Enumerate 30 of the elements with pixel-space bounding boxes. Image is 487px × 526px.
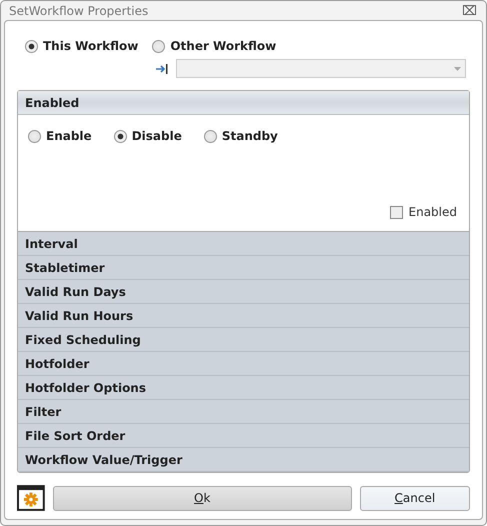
section-header[interactable]: Fixed Scheduling — [18, 328, 469, 352]
close-button[interactable]: ⌧ — [462, 3, 477, 18]
window-title: SetWorkflow Properties — [9, 4, 148, 18]
section-header[interactable]: Hotfolder — [18, 352, 469, 376]
radio-button[interactable] — [204, 130, 217, 142]
section-header[interactable]: Valid Run Hours — [18, 304, 469, 328]
section-header[interactable]: Stabletimer — [18, 256, 469, 280]
section-header[interactable]: Valid Run Days — [18, 280, 469, 304]
section-header[interactable]: Filter — [18, 400, 469, 424]
radio-button[interactable] — [152, 40, 166, 52]
radio-button[interactable] — [114, 130, 127, 142]
ok-button[interactable]: Ok — [52, 486, 352, 510]
section-header[interactable]: Interval — [18, 232, 469, 256]
section-header[interactable]: Enabled — [18, 91, 469, 115]
radio-option[interactable]: This Workflow — [25, 39, 138, 53]
section-header[interactable]: Hotfolder Options — [18, 376, 469, 400]
checkbox[interactable] — [390, 206, 402, 218]
radio-option[interactable]: Other Workflow — [152, 39, 276, 53]
radio-button[interactable] — [25, 40, 38, 52]
gear-icon[interactable] — [17, 485, 45, 511]
go-to-end-icon — [156, 64, 168, 74]
checkbox-label: Enabled — [408, 205, 457, 219]
radio-option[interactable]: Enable — [28, 129, 92, 143]
cancel-button[interactable]: Cancel — [360, 486, 470, 510]
caret-icon — [454, 66, 461, 70]
radio-option[interactable]: Standby — [204, 129, 278, 143]
section-header[interactable]: Workflow Value/Trigger — [18, 448, 469, 472]
radio-button[interactable] — [28, 130, 41, 142]
radio-option[interactable]: Disable — [114, 129, 182, 143]
section-header[interactable]: File Sort Order — [18, 424, 469, 448]
